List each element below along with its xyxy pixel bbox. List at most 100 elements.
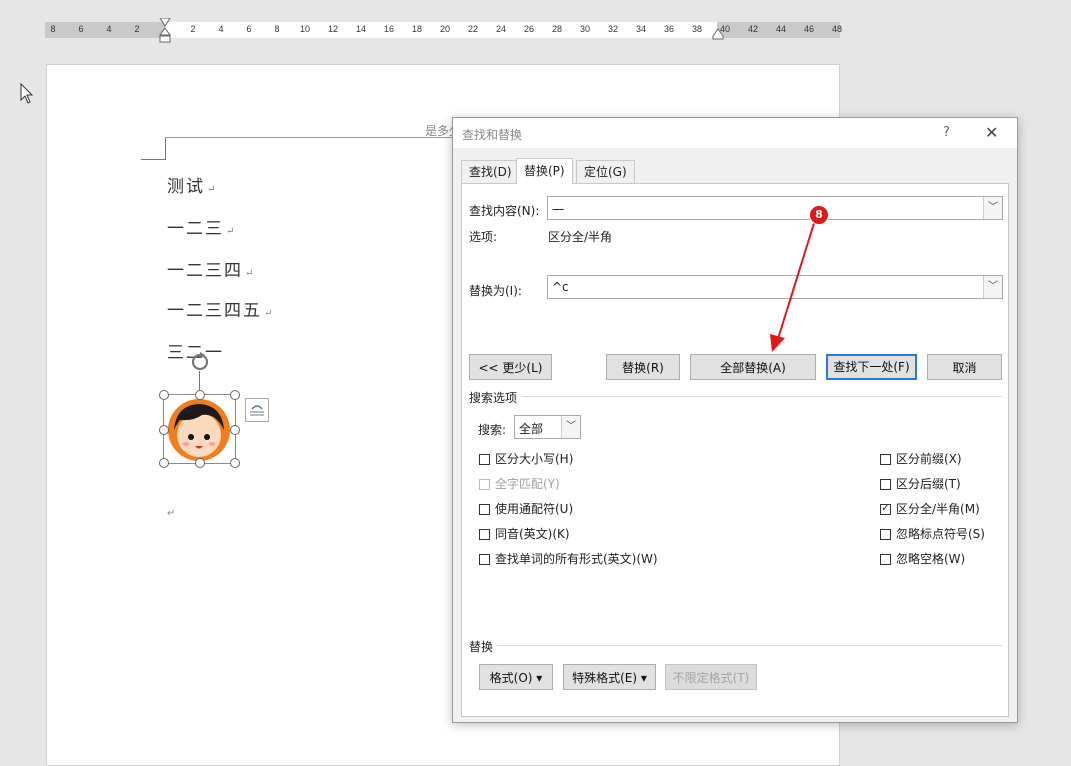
special-format-button[interactable]: 特殊格式(E) ▾: [563, 664, 656, 690]
option-checkbox[interactable]: 区分大小写(H): [479, 450, 573, 467]
options-value: 区分全/半角: [548, 230, 613, 244]
option-checkbox[interactable]: 同音(英文)(K): [479, 525, 570, 542]
ruler-tick: 38: [691, 24, 703, 34]
search-direction-dropdown[interactable]: ﹀: [561, 416, 580, 438]
find-history-dropdown[interactable]: ﹀: [983, 197, 1002, 219]
replace-button[interactable]: 替换(R): [606, 354, 680, 380]
paragraph-text: 一二三四五: [167, 301, 262, 321]
ruler-tick: 6: [78, 24, 84, 34]
checkbox-label: 查找单词的所有形式(英文)(W): [495, 552, 658, 566]
ruler-tick: 16: [383, 24, 395, 34]
ruler-tick: 30: [579, 24, 591, 34]
search-direction-select[interactable]: 全部 ﹀: [514, 415, 581, 439]
checkbox-label: 区分全/半角(M): [896, 502, 980, 516]
inserted-avatar-image[interactable]: [159, 390, 240, 468]
option-checkbox[interactable]: 区分前缀(X): [880, 450, 962, 467]
tab-replace[interactable]: 替换(P): [516, 158, 573, 184]
layout-options-icon[interactable]: [245, 398, 269, 422]
ruler-tick: 2: [190, 24, 196, 34]
dialog-titlebar[interactable]: 查找和替换 ? ✕: [453, 118, 1017, 148]
ruler-tick: 8: [50, 24, 56, 34]
help-button[interactable]: ?: [943, 125, 950, 140]
first-line-indent-marker[interactable]: [159, 18, 171, 44]
option-checkbox[interactable]: 使用通配符(U): [479, 500, 573, 517]
ruler-tick: 10: [299, 24, 311, 34]
document-paragraph[interactable]: 测试 ↵: [167, 172, 215, 197]
header-line: [165, 137, 455, 138]
checkbox-label: 区分后缀(T): [896, 477, 961, 491]
paragraph-text: 一二三: [167, 219, 224, 239]
ruler-tick: 26: [523, 24, 535, 34]
replace-with-label: 替换为(I):: [469, 284, 522, 298]
checkbox-label: 区分大小写(H): [495, 452, 574, 466]
document-paragraph[interactable]: 一二三四五 ↵: [167, 296, 272, 321]
checkbox-box[interactable]: [880, 529, 891, 540]
ruler-tick: 48: [831, 24, 843, 34]
ruler-tick: 20: [439, 24, 451, 34]
search-options-title: 搜索选项: [469, 391, 518, 405]
find-what-label: 查找内容(N):: [469, 204, 540, 218]
ruler-tick: 24: [495, 24, 507, 34]
options-label: 选项:: [469, 230, 498, 244]
tab-find[interactable]: 查找(D): [461, 160, 520, 183]
rotate-handle-icon[interactable]: [188, 350, 212, 374]
horizontal-ruler[interactable]: 8642 2 4 6 8 10 12 14 16 18 20 22 24 26 28 30 32 34 36 38 4…: [45, 18, 843, 43]
checkbox-box[interactable]: [880, 454, 891, 465]
option-checkbox[interactable]: 忽略标点符号(S): [880, 525, 985, 542]
ruler-tick: 14: [355, 24, 367, 34]
step-badge: 8: [809, 205, 829, 225]
checkbox-box[interactable]: [479, 504, 490, 515]
ruler-tick: 6: [246, 24, 252, 34]
find-next-button[interactable]: 查找下一处(F): [826, 354, 917, 380]
ruler-tick: 32: [607, 24, 619, 34]
document-paragraph[interactable]: 一二三四 ↵: [167, 256, 253, 281]
option-checkbox[interactable]: 查找单词的所有形式(英文)(W): [479, 550, 658, 567]
paragraph-text: 一二三四: [167, 261, 243, 281]
checkbox-label: 同音(英文)(K): [495, 527, 570, 541]
paragraph-mark: ↵: [245, 268, 254, 279]
checkbox-box[interactable]: [880, 554, 891, 565]
format-button[interactable]: 格式(O) ▾: [479, 664, 553, 690]
header-corner-mark: [141, 137, 166, 160]
option-checkbox[interactable]: 忽略空格(W): [880, 550, 965, 567]
checkbox-box[interactable]: [479, 554, 490, 565]
checkbox-box[interactable]: ✓: [880, 501, 891, 515]
checkbox-label: 区分前缀(X): [896, 452, 962, 466]
replace-section-title: 替换: [469, 640, 494, 654]
less-button[interactable]: << 更少(L): [469, 354, 552, 380]
tab-goto[interactable]: 定位(G): [576, 160, 635, 183]
option-checkbox: 全字匹配(Y): [479, 475, 560, 492]
ruler-tick: 4: [218, 24, 224, 34]
checkbox-label: 使用通配符(U): [495, 502, 574, 516]
checkbox-box[interactable]: [479, 454, 490, 465]
mouse-cursor-icon: [20, 83, 34, 104]
checkbox-box[interactable]: [880, 479, 891, 490]
ruler-tick: 28: [551, 24, 563, 34]
cartoon-boy-image: [168, 399, 230, 461]
ruler-tick: 4: [106, 24, 112, 34]
document-paragraph[interactable]: 一二三 ↵: [167, 214, 234, 239]
annotation-arrow-icon: [770, 219, 816, 352]
checkbox-box[interactable]: [479, 529, 490, 540]
option-checkbox[interactable]: ✓ 区分全/半角(M): [880, 500, 980, 517]
option-checkbox[interactable]: 区分后缀(T): [880, 475, 961, 492]
ruler-tick: 22: [467, 24, 479, 34]
find-replace-dialog: 查找和替换 ? ✕ 查找(D) 替换(P) 定位(G) 查找内容(N): 一 ﹀…: [452, 117, 1018, 723]
checkbox-box: [479, 479, 490, 490]
replace-history-dropdown[interactable]: ﹀: [983, 276, 1002, 298]
search-direction-label: 搜索:: [478, 423, 507, 437]
replace-tab-panel: 查找内容(N): 一 ﹀ 选项: 区分全/半角 替换为(I): ^c ﹀ << …: [461, 183, 1009, 717]
right-indent-marker[interactable]: [712, 28, 724, 40]
cancel-button[interactable]: 取消: [927, 354, 1002, 380]
dialog-title: 查找和替换: [462, 128, 523, 142]
ruler-tick: 36: [663, 24, 675, 34]
ruler-tick: 8: [274, 24, 280, 34]
checkbox-label: 忽略标点符号(S): [896, 527, 985, 541]
ruler-tick: 44: [775, 24, 787, 34]
search-direction-value: 全部: [519, 422, 544, 436]
close-button[interactable]: ✕: [985, 123, 998, 142]
find-what-value: 一: [552, 203, 565, 217]
ruler-tick: 18: [411, 24, 423, 34]
checkbox-label: 全字匹配(Y): [495, 477, 560, 491]
no-formatting-button: 不限定格式(T): [665, 664, 757, 690]
